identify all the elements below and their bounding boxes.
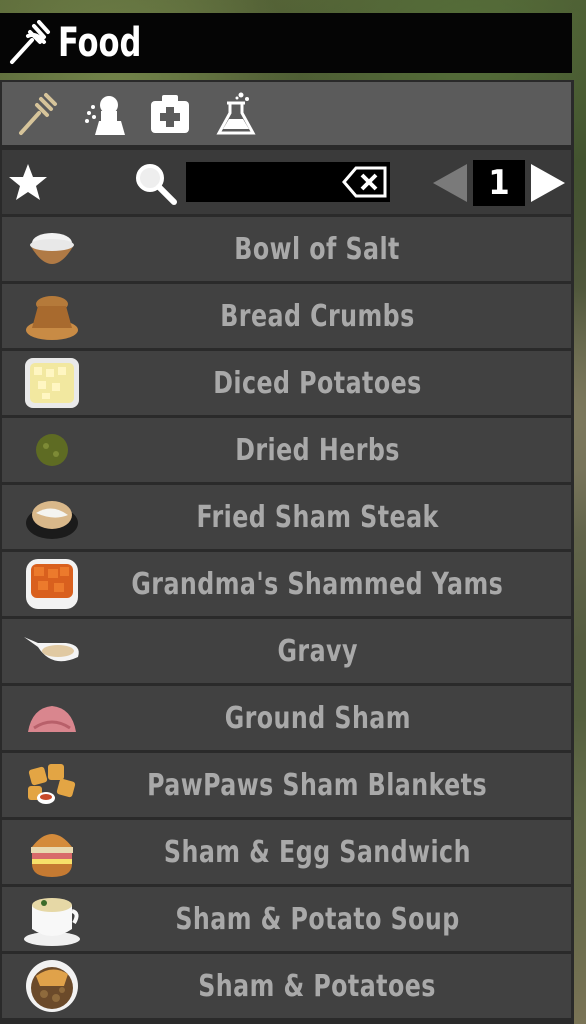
next-page-button[interactable] bbox=[529, 160, 567, 206]
item-label: Fried Sham Steak bbox=[196, 499, 439, 535]
list-item[interactable]: Dried Herbs bbox=[2, 418, 571, 482]
dried-herbs-icon bbox=[20, 422, 84, 478]
bread-crumbs-icon bbox=[20, 288, 84, 344]
food-list: Bowl of Salt Bread Crumbs Diced Potatoes… bbox=[2, 217, 571, 1021]
medical-category-icon[interactable] bbox=[74, 84, 134, 144]
shammed-yams-icon bbox=[20, 556, 84, 612]
sham-blankets-icon bbox=[20, 757, 84, 813]
list-item[interactable]: Bread Crumbs bbox=[2, 284, 571, 348]
list-item[interactable]: Grandma's Shammed Yams bbox=[2, 552, 571, 616]
window-title: Food bbox=[58, 20, 142, 66]
favorites-star-icon[interactable] bbox=[8, 162, 48, 202]
sham-steak-icon bbox=[20, 489, 84, 545]
filter-toolbar: 1 bbox=[2, 150, 571, 214]
food-category-icon[interactable] bbox=[8, 84, 68, 144]
clear-search-icon[interactable] bbox=[342, 164, 388, 200]
item-label: Sham & Potato Soup bbox=[175, 901, 460, 937]
item-label: PawPaws Sham Blankets bbox=[147, 767, 488, 803]
ground-sham-icon bbox=[20, 690, 84, 746]
item-label: Gravy bbox=[277, 633, 358, 669]
page-number: 1 bbox=[473, 160, 525, 206]
list-item[interactable]: Sham & Potato Soup bbox=[2, 887, 571, 951]
list-item[interactable]: Diced Potatoes bbox=[2, 351, 571, 415]
list-item[interactable]: Ground Sham bbox=[2, 686, 571, 750]
item-label: Diced Potatoes bbox=[213, 365, 422, 401]
item-label: Dried Herbs bbox=[235, 432, 400, 468]
list-item[interactable]: Gravy bbox=[2, 619, 571, 683]
item-label: Bread Crumbs bbox=[220, 298, 415, 334]
sandwich-icon bbox=[20, 824, 84, 880]
item-label: Bowl of Salt bbox=[234, 231, 401, 267]
previous-page-button[interactable] bbox=[431, 160, 469, 206]
search-icon bbox=[132, 160, 178, 206]
soup-icon bbox=[20, 891, 84, 947]
item-label: Sham & Potatoes bbox=[198, 968, 437, 1004]
category-bar bbox=[2, 82, 571, 145]
sham-potatoes-icon bbox=[20, 958, 84, 1014]
salt-bowl-icon bbox=[20, 221, 84, 277]
list-item[interactable]: Fried Sham Steak bbox=[2, 485, 571, 549]
list-item[interactable]: Bowl of Salt bbox=[2, 217, 571, 281]
item-label: Sham & Egg Sandwich bbox=[163, 834, 472, 870]
gravy-icon bbox=[20, 623, 84, 679]
list-item[interactable]: Sham & Potatoes bbox=[2, 954, 571, 1018]
window-header: Food bbox=[0, 13, 572, 73]
item-label: Ground Sham bbox=[224, 700, 411, 736]
list-item[interactable]: PawPaws Sham Blankets bbox=[2, 753, 571, 817]
fork-icon bbox=[4, 18, 54, 68]
chemistry-category-icon[interactable] bbox=[206, 84, 266, 144]
first-aid-category-icon[interactable] bbox=[140, 84, 200, 144]
item-label: Grandma's Shammed Yams bbox=[131, 566, 504, 602]
list-item[interactable]: Sham & Egg Sandwich bbox=[2, 820, 571, 884]
food-panel: 1 Bowl of Salt Bread Crumbs Diced Potato… bbox=[0, 80, 574, 1024]
diced-potatoes-icon bbox=[20, 355, 84, 411]
